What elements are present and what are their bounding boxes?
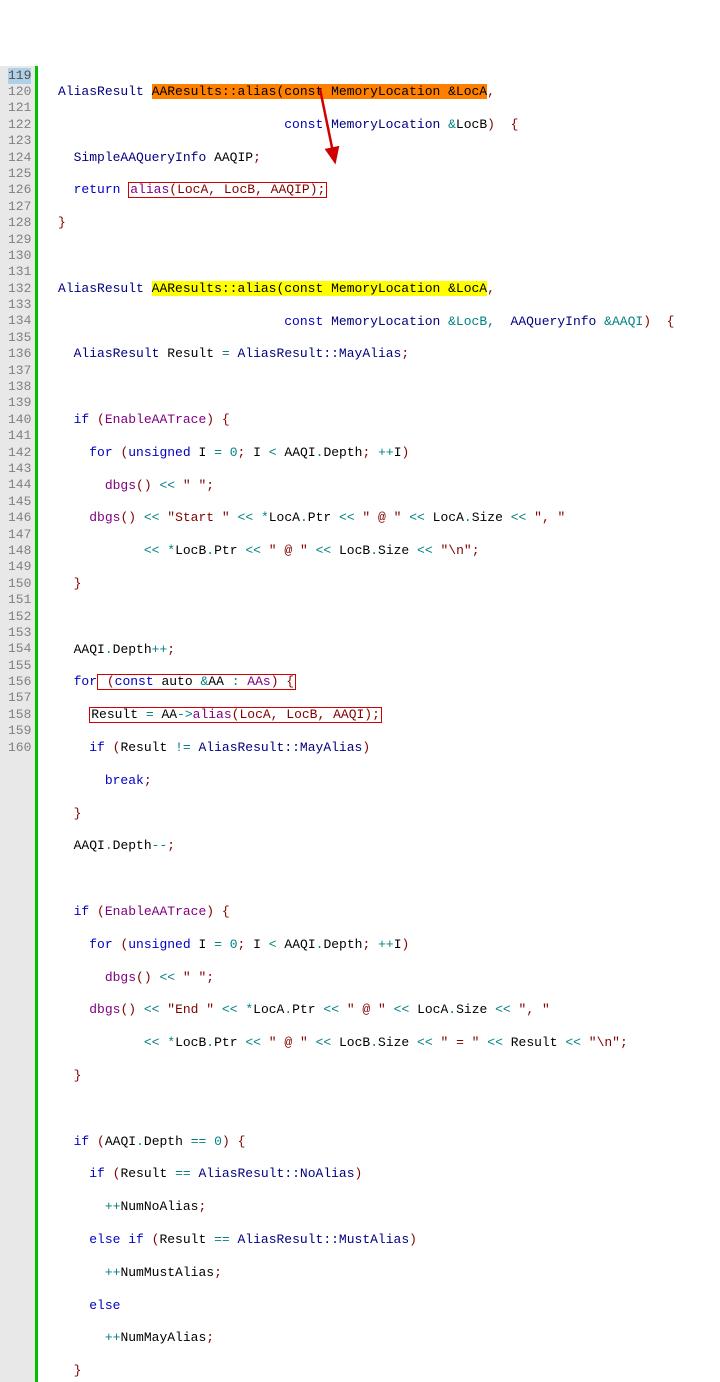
line-number: 126: [8, 182, 31, 198]
line-number: 152: [8, 609, 31, 625]
line-number: 156: [8, 674, 31, 690]
code-line: return alias(LocA, LocB, AAQIP);: [42, 182, 674, 198]
highlight-orange: AAResults::alias(const MemoryLocation &L…: [152, 84, 487, 99]
line-number: 120: [8, 84, 31, 100]
code-line: [42, 1101, 674, 1117]
code-line: }: [42, 806, 674, 822]
line-number: 125: [8, 166, 31, 182]
code-line: dbgs() << " ";: [42, 970, 674, 986]
line-number: 128: [8, 215, 31, 231]
code-line: [42, 871, 674, 887]
code-line: break;: [42, 773, 674, 789]
code-line: dbgs() << "Start " << *LocA.Ptr << " @ "…: [42, 510, 674, 526]
line-number: 143: [8, 461, 31, 477]
highlight-yellow: AAResults::alias(const MemoryLocation &L…: [152, 281, 487, 296]
line-number: 158: [8, 707, 31, 723]
code-line: AAQI.Depth--;: [42, 838, 674, 854]
line-number: 132: [8, 281, 31, 297]
code-line: else if (Result == AliasResult::MustAlia…: [42, 1232, 674, 1248]
boxed-for-range: (const auto &AA : AAs) {: [97, 674, 296, 690]
line-number: 144: [8, 477, 31, 493]
code-line: }: [42, 1363, 674, 1379]
code-line: << *LocB.Ptr << " @ " << LocB.Size << "\…: [42, 543, 674, 559]
code-line: ++NumNoAlias;: [42, 1199, 674, 1215]
code-line: << *LocB.Ptr << " @ " << LocB.Size << " …: [42, 1035, 674, 1051]
line-number: 154: [8, 641, 31, 657]
line-number: 133: [8, 297, 31, 313]
code-line: for (unsigned I = 0; I < AAQI.Depth; ++I…: [42, 937, 674, 953]
line-number: 147: [8, 527, 31, 543]
line-number: 134: [8, 313, 31, 329]
code-line: const MemoryLocation &LocB) {: [42, 117, 674, 133]
line-number: 127: [8, 199, 31, 215]
code-editor[interactable]: 1191201211221231241251261271281291301311…: [0, 66, 720, 1382]
code-line: ++NumMayAlias;: [42, 1330, 674, 1346]
code-line: SimpleAAQueryInfo AAQIP;: [42, 150, 674, 166]
line-number: 135: [8, 330, 31, 346]
code-line: [42, 379, 674, 395]
code-line: }: [42, 576, 674, 592]
line-number: 149: [8, 559, 31, 575]
line-number: 140: [8, 412, 31, 428]
code-line: ++NumMustAlias;: [42, 1265, 674, 1281]
line-number: 151: [8, 592, 31, 608]
code-line: Result = AA->alias(LocA, LocB, AAQI);: [42, 707, 674, 723]
line-number: 136: [8, 346, 31, 362]
code-line: [42, 248, 674, 264]
line-number: 142: [8, 445, 31, 461]
line-gutter: 1191201211221231241251261271281291301311…: [0, 66, 38, 1382]
code-line: if (Result != AliasResult::MayAlias): [42, 740, 674, 756]
line-number: 153: [8, 625, 31, 641]
line-number: 150: [8, 576, 31, 592]
line-number: 121: [8, 100, 31, 116]
line-number: 146: [8, 510, 31, 526]
code-line: for (unsigned I = 0; I < AAQI.Depth; ++I…: [42, 445, 674, 461]
line-number: 137: [8, 363, 31, 379]
code-line: if (Result == AliasResult::NoAlias): [42, 1166, 674, 1182]
line-number: 130: [8, 248, 31, 264]
line-number: 119: [8, 68, 31, 84]
code-line: if (EnableAATrace) {: [42, 412, 674, 428]
code-line: const MemoryLocation &LocB, AAQueryInfo …: [42, 314, 674, 330]
line-number: 155: [8, 658, 31, 674]
code-line: }: [42, 1068, 674, 1084]
code-line: [42, 609, 674, 625]
line-number: 159: [8, 723, 31, 739]
line-number: 138: [8, 379, 31, 395]
line-number: 160: [8, 740, 31, 756]
code-line: AAQI.Depth++;: [42, 642, 674, 658]
line-number: 148: [8, 543, 31, 559]
line-number: 129: [8, 232, 31, 248]
boxed-call-1: alias(LocA, LocB, AAQIP);: [128, 182, 327, 198]
code-line: dbgs() << " ";: [42, 478, 674, 494]
line-number: 139: [8, 395, 31, 411]
code-line: AliasResult Result = AliasResult::MayAli…: [42, 346, 674, 362]
line-number: 123: [8, 133, 31, 149]
code-line: dbgs() << "End " << *LocA.Ptr << " @ " <…: [42, 1002, 674, 1018]
code-area[interactable]: AliasResult AAResults::alias(const Memor…: [38, 66, 674, 1382]
boxed-call-2: Result = AA->alias(LocA, LocB, AAQI);: [89, 707, 382, 723]
line-number: 131: [8, 264, 31, 280]
line-number: 145: [8, 494, 31, 510]
line-number: 122: [8, 117, 31, 133]
code-line: AliasResult AAResults::alias(const Memor…: [42, 281, 674, 297]
code-line: }: [42, 215, 674, 231]
line-number: 157: [8, 690, 31, 706]
code-line: AliasResult AAResults::alias(const Memor…: [42, 84, 674, 100]
code-line: if (EnableAATrace) {: [42, 904, 674, 920]
code-line: for (const auto &AA : AAs) {: [42, 674, 674, 690]
code-line: else: [42, 1298, 674, 1314]
line-number: 141: [8, 428, 31, 444]
line-number: 124: [8, 150, 31, 166]
code-line: if (AAQI.Depth == 0) {: [42, 1134, 674, 1150]
